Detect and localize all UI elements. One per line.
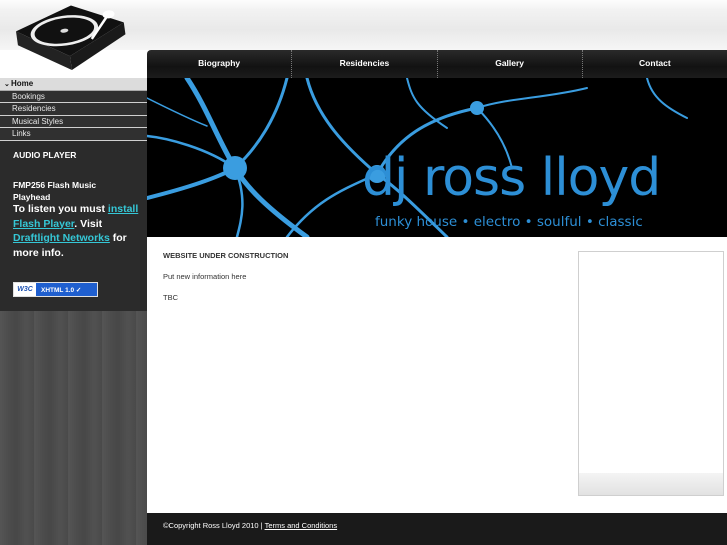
- top-nav: Biography Residencies Gallery Contact: [147, 50, 727, 78]
- side-nav-item-bookings[interactable]: Bookings: [0, 90, 147, 103]
- side-nav-item-musical-styles[interactable]: Musical Styles: [0, 115, 147, 128]
- draftlight-networks-link[interactable]: Draftlight Networks: [13, 232, 110, 244]
- side-nav-item-home[interactable]: ⌄Home: [0, 78, 147, 91]
- content-paragraph: Put new information here: [163, 272, 247, 281]
- content-paragraph: TBC: [163, 293, 178, 302]
- chevron-down-icon: ⌄: [4, 81, 10, 88]
- w3c-badge-text: XHTML 1.0 ✓: [41, 286, 82, 294]
- flash-message: To listen you must install Flash Player.…: [13, 202, 139, 260]
- sidebar-box: [578, 251, 724, 496]
- sidebar-stripes: [0, 311, 147, 545]
- side-nav: ⌄Home Bookings Residencies Musical Style…: [0, 78, 147, 141]
- w3c-logo: W3C: [14, 283, 36, 296]
- footer: ©Copyright Ross Lloyd 2010 | Terms and C…: [147, 513, 727, 545]
- sidebar-box-footer: [579, 473, 723, 495]
- tab-residencies[interactable]: Residencies: [292, 50, 438, 78]
- flash-message-mid: . Visit: [74, 217, 103, 230]
- tab-contact[interactable]: Contact: [583, 50, 727, 78]
- flash-message-prefix: To listen you must: [13, 203, 108, 215]
- audio-player-title: AUDIO PLAYER: [13, 150, 77, 160]
- turntable-logo[interactable]: [10, 2, 130, 80]
- copyright-text: ©Copyright Ross Lloyd 2010 |: [163, 521, 265, 530]
- hero-banner: dj ross lloyd funky house • electro • so…: [147, 78, 727, 237]
- banner-tagline: funky house • electro • soulful • classi…: [375, 214, 643, 230]
- tab-biography[interactable]: Biography: [147, 50, 293, 78]
- side-nav-item-residencies[interactable]: Residencies: [0, 103, 147, 116]
- left-sidebar: ⌄Home Bookings Residencies Musical Style…: [0, 78, 147, 545]
- page-heading: WEBSITE UNDER CONSTRUCTION: [163, 251, 289, 260]
- banner-title: dj ross lloyd: [362, 148, 661, 208]
- tab-gallery[interactable]: Gallery: [438, 50, 583, 78]
- terms-link[interactable]: Terms and Conditions: [265, 521, 338, 530]
- side-nav-item-label: Home: [11, 79, 34, 88]
- player-name: FMP256 Flash Music Playhead: [13, 180, 97, 202]
- side-nav-item-links[interactable]: Links: [0, 128, 147, 141]
- w3c-xhtml-badge[interactable]: W3C XHTML 1.0 ✓: [13, 282, 98, 297]
